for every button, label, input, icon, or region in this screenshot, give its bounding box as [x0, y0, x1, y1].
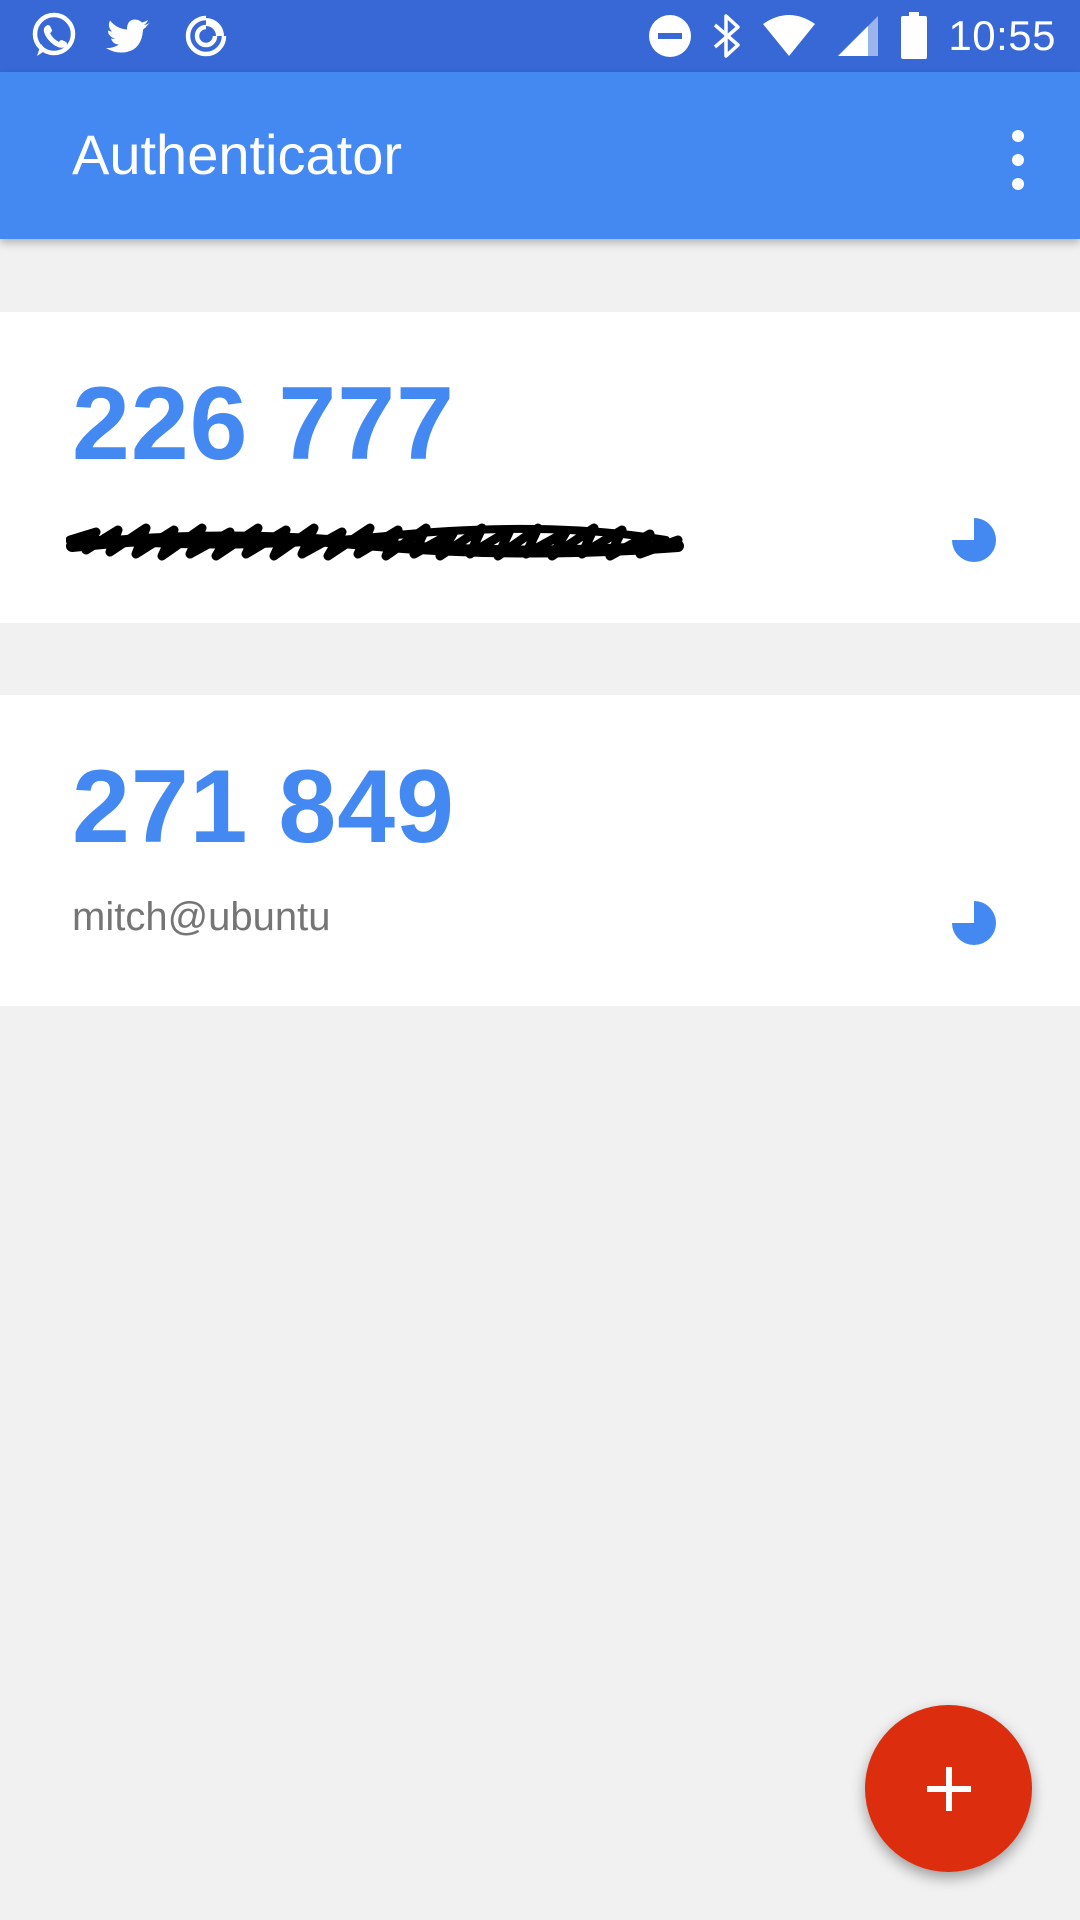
- more-vert-icon: [1012, 130, 1024, 142]
- twitter-icon: [104, 10, 156, 62]
- pocketcasts-icon: [180, 10, 232, 62]
- status-clock: 10:55: [948, 12, 1056, 59]
- whatsapp-icon: [28, 10, 80, 62]
- otp-code: 271 849: [72, 749, 455, 865]
- app-title: Authenticator: [72, 123, 402, 186]
- overflow-menu-button[interactable]: [998, 130, 1038, 190]
- wifi-icon: [762, 14, 816, 58]
- countdown-pie-icon: [952, 518, 996, 562]
- account-name: mitch@ubuntu: [72, 895, 331, 939]
- redaction-scribble: [66, 523, 684, 561]
- do-not-disturb-icon: [648, 14, 692, 58]
- account-card[interactable]: 226 777: [0, 312, 1080, 623]
- more-vert-icon-dot: [1012, 154, 1024, 166]
- otp-code: 226 777: [72, 366, 455, 482]
- bluetooth-icon: [712, 12, 742, 60]
- plus-icon: [926, 1766, 971, 1811]
- app-bar: Authenticator: [0, 72, 1080, 239]
- system-icons: 10:55: [648, 10, 1056, 62]
- notification-icons: [28, 12, 232, 60]
- cell-signal-icon: [836, 14, 880, 58]
- countdown-pie-icon: [952, 901, 996, 945]
- battery-icon: [900, 12, 928, 60]
- account-card[interactable]: 271 849 mitch@ubuntu: [0, 695, 1080, 1006]
- more-vert-icon-dot: [1012, 178, 1024, 190]
- status-bar: 10:55: [0, 0, 1080, 72]
- add-account-button[interactable]: [865, 1705, 1032, 1872]
